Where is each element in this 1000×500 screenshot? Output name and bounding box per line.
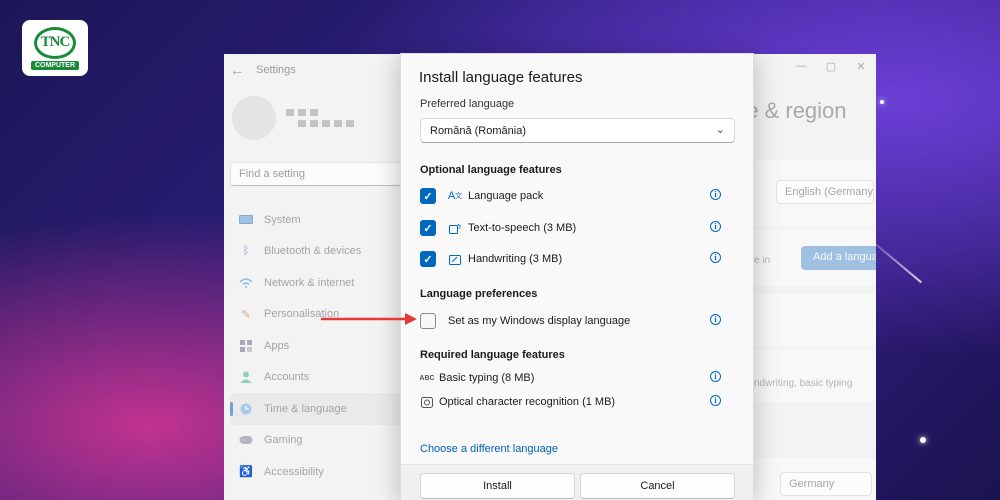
sidebar-item-label: Apps [264,339,290,352]
dialog-footer: Install Cancel [401,464,753,500]
basic-typing-row: ABC Basic typing (8 MB) i [419,368,735,388]
minimize-icon[interactable]: — [786,54,816,78]
optional-features-heading: Optional language features [420,164,562,176]
background-card [752,350,876,402]
sidebar-item-label: Accounts [264,371,310,384]
install-language-dialog: Install language features Preferred lang… [400,53,754,500]
background-card [752,294,876,346]
person-icon [238,371,254,384]
feature-label: Optical character recognition (1 MB) [439,396,616,408]
handwriting-row[interactable]: ✓ Handwriting (3 MB) i [420,249,735,269]
country-select[interactable]: Germany [780,472,872,496]
logo-sub-text: COMPUTER [30,60,80,70]
sidebar-item-gaming[interactable]: Gaming [230,425,406,457]
bluetooth-icon: ᛒ [242,245,250,258]
accessibility-icon: ♿ [239,466,253,479]
sidebar-item-label: Bluetooth & devices [264,245,362,258]
text-to-speech-row[interactable]: ✓ Text-to-speech (3 MB) i [420,218,735,238]
display-language-row[interactable]: Set as my Windows display language i [420,311,735,331]
preferred-language-value: Română (România) [430,125,526,137]
monitor-icon [238,214,254,226]
language-pack-row[interactable]: ✓ A文 Language pack i [420,186,735,206]
sidebar-item-label: Time & language [264,402,347,415]
light-dot [880,100,884,104]
sidebar-item-accounts[interactable]: Accounts [230,362,406,394]
background-text: e in [754,255,771,266]
language-pack-icon: A文 [447,190,463,202]
window-controls: — ▢ ✕ [786,54,876,78]
logo-ring: TNC [34,26,76,59]
handwriting-icon [448,254,462,265]
wifi-icon [238,277,254,289]
sidebar-item-label: Gaming [264,434,303,447]
ocr-row: Optical character recognition (1 MB) i [420,392,735,412]
window-title: Settings [256,64,296,76]
dialog-title: Install language features [419,69,583,86]
preferred-language-select[interactable]: Română (România) ⌄ [420,118,735,143]
choose-different-language-link[interactable]: Choose a different language [420,443,558,455]
pixelated-user-name [286,109,354,127]
light-dot [920,437,926,443]
feature-label: Language pack [468,190,544,202]
checkbox-unchecked-icon[interactable] [420,313,436,329]
globe-clock-icon [238,403,254,415]
install-button[interactable]: Install [420,473,575,499]
language-preferences-heading: Language preferences [420,288,538,300]
display-language-select[interactable]: English (Germany) [776,180,874,204]
tnc-computer-logo: TNC COMPUTER [22,20,88,76]
required-features-heading: Required language features [420,349,565,361]
annotation-arrow-icon [321,313,417,325]
close-icon[interactable]: ✕ [846,54,876,78]
sidebar-item-system[interactable]: System [230,204,406,236]
search-input[interactable]: Find a setting [230,162,402,186]
sidebar-item-apps[interactable]: Apps [230,330,406,362]
display-language-label: Set as my Windows display language [448,315,631,327]
brush-icon: ✎ [241,308,251,321]
background-text: ndwriting, basic typing [754,378,853,389]
checkbox-checked-icon[interactable]: ✓ [420,251,436,267]
info-icon[interactable]: i [710,252,721,263]
sidebar-item-bluetooth[interactable]: ᛒ Bluetooth & devices [230,236,406,268]
abc-typing-icon: ABC [419,374,435,382]
chevron-down-icon: ⌄ [715,124,725,136]
info-icon[interactable]: i [710,371,721,382]
feature-label: Handwriting (3 MB) [468,253,563,265]
checkbox-checked-icon[interactable]: ✓ [420,188,436,204]
preferred-language-label: Preferred language [420,98,515,110]
add-language-button[interactable]: Add a langua [801,246,876,270]
checkbox-checked-icon[interactable]: ✓ [420,220,436,236]
ocr-icon [420,396,434,408]
gamepad-icon [238,434,254,446]
back-arrow-icon[interactable]: ← [230,62,244,78]
info-icon[interactable]: i [710,314,721,325]
cancel-button[interactable]: Cancel [580,473,735,499]
info-icon[interactable]: i [710,189,721,200]
logo-main-text: TNC [40,34,71,50]
sidebar-item-network[interactable]: Network & internet [230,267,406,299]
sidebar-item-time-language[interactable]: Time & language [230,393,406,425]
sidebar-item-label: Network & internet [264,276,355,289]
feature-label: Text-to-speech (3 MB) [468,222,577,234]
maximize-icon[interactable]: ▢ [816,54,846,78]
feature-label: Basic typing (8 MB) [439,372,535,384]
info-icon[interactable]: i [710,221,721,232]
apps-icon [238,339,254,352]
sidebar-nav: System ᛒ Bluetooth & devices Network & i… [230,204,406,488]
speech-icon [448,223,462,234]
sidebar-item-label: Accessibility [264,465,324,478]
sidebar-item-label: System [264,213,301,226]
info-icon[interactable]: i [710,395,721,406]
sidebar-item-accessibility[interactable]: ♿ Accessibility [230,456,406,488]
avatar[interactable] [232,96,276,140]
